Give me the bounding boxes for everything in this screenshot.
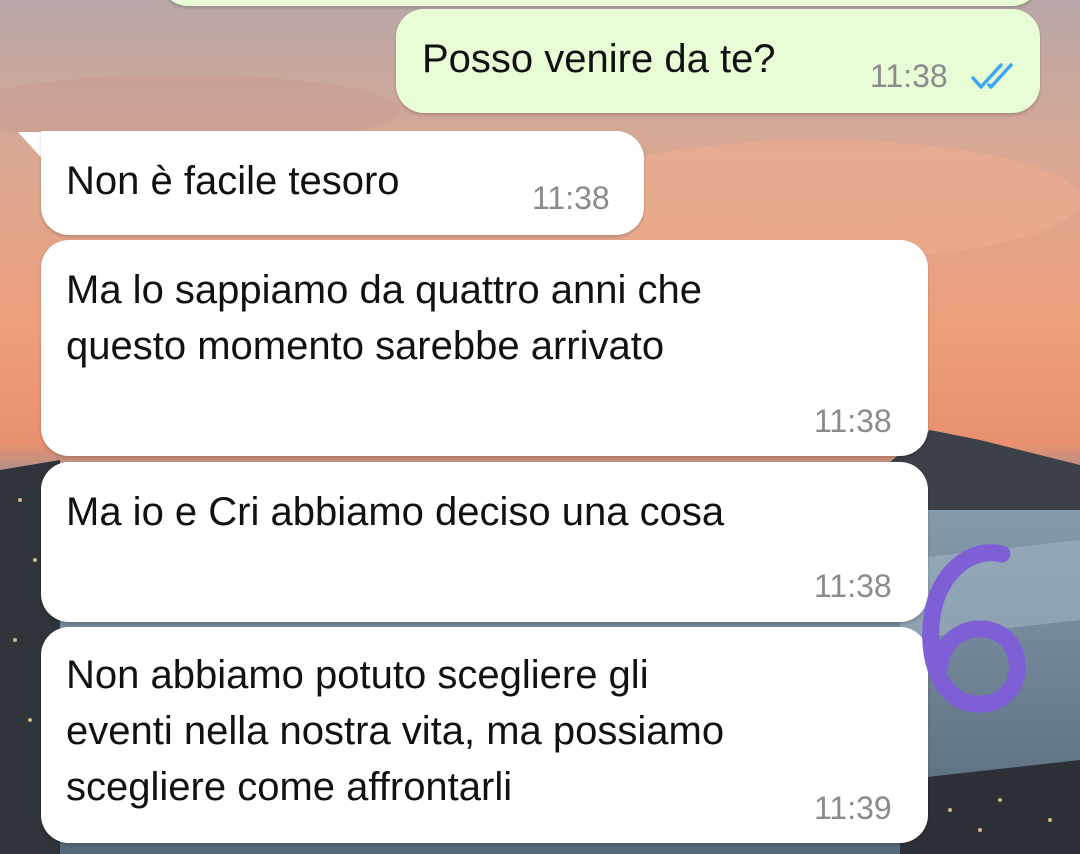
message-time: 11:38 — [814, 403, 892, 439]
message-text: Non è facile tesoro — [66, 159, 400, 203]
previous-message-bubble[interactable] — [160, 0, 1040, 6]
message-text: Posso venire da te? — [422, 37, 776, 81]
message-time: 11:39 — [814, 790, 892, 826]
message-bubble-incoming[interactable]: Ma lo sappiamo da quattro anni che quest… — [41, 240, 928, 456]
message-bubble-outgoing[interactable]: Posso venire da te? 11:38 — [396, 9, 1040, 113]
message-text: Ma lo sappiamo da quattro anni che quest… — [66, 268, 702, 368]
message-text: Ma io e Cri abbiamo deciso una cosa — [66, 490, 725, 534]
handwritten-six — [922, 544, 1026, 713]
message-bubble-incoming[interactable]: Ma io e Cri abbiamo deciso una cosa 11:3… — [41, 462, 928, 622]
message-bubble-incoming[interactable]: Non abbiamo potuto scegliere gli eventi … — [41, 627, 928, 843]
message-time: 11:38 — [532, 180, 610, 216]
message-text: Non abbiamo potuto scegliere gli eventi … — [66, 653, 725, 809]
double-check-icon — [971, 63, 1013, 89]
message-time: 11:38 — [870, 58, 948, 94]
message-bubble-incoming[interactable]: Non è facile tesoro 11:38 — [41, 131, 644, 235]
message-time: 11:38 — [814, 568, 892, 604]
